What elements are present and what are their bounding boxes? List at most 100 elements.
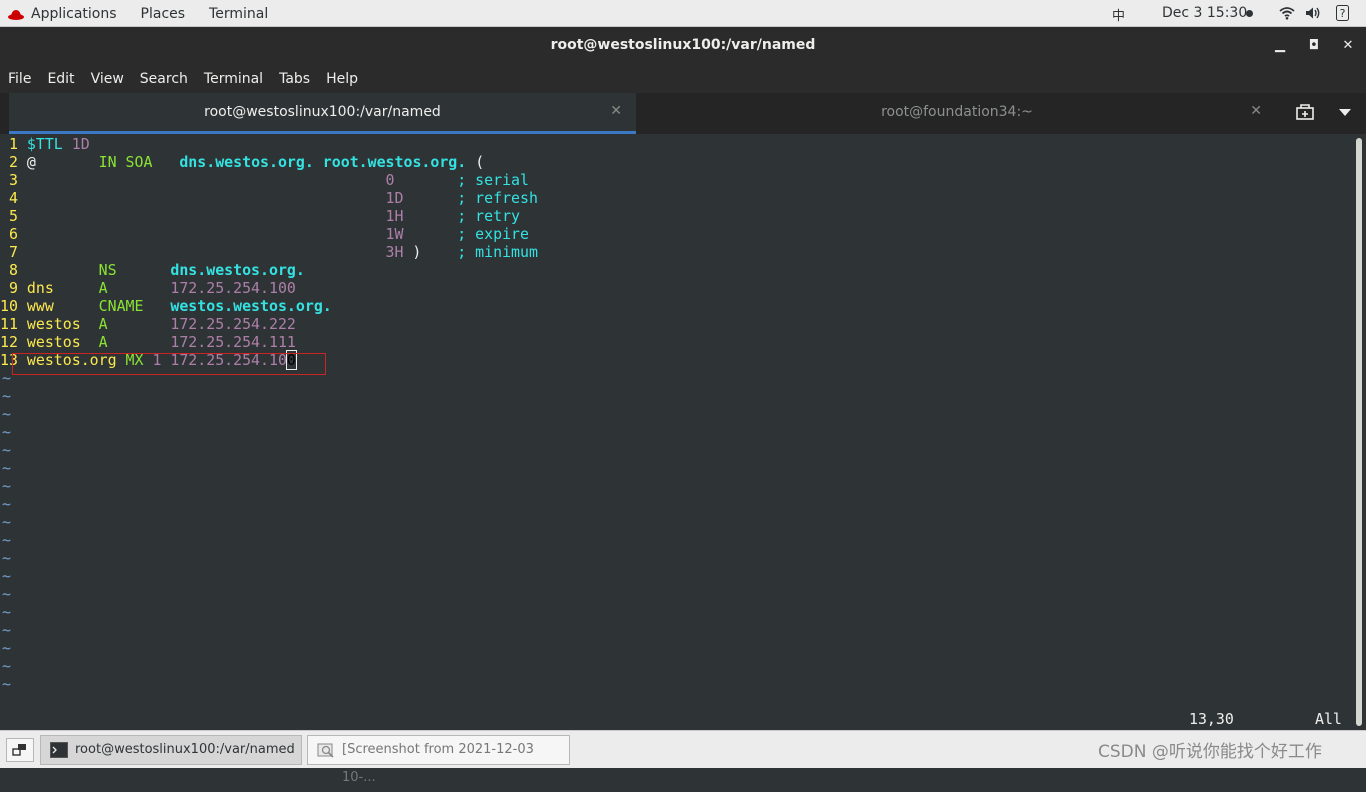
line-token: A xyxy=(98,315,108,333)
terminal-scrollbar[interactable] xyxy=(1352,134,1366,730)
line-token: 1H xyxy=(385,207,404,225)
redhat-icon xyxy=(8,9,24,20)
line-token xyxy=(403,189,457,207)
line-token xyxy=(152,153,179,171)
top-panel-left: Applications Places Terminal xyxy=(8,0,292,27)
window-titlebar[interactable]: root@westoslinux100:/var/named ▁ ◘ ✕ xyxy=(0,27,1366,64)
empty-line-marker: ~ xyxy=(2,621,11,639)
empty-line-marker: ~ xyxy=(2,459,11,477)
menu-file[interactable]: File xyxy=(8,71,31,87)
places-label: Places xyxy=(140,5,186,22)
menu-search[interactable]: Search xyxy=(140,71,188,87)
line-number: 12 xyxy=(0,333,27,351)
editor-line: 1 $TTL 1D xyxy=(0,135,90,153)
line-token xyxy=(108,279,171,297)
line-token: dns.westos.org. xyxy=(179,153,314,171)
window-title: root@westoslinux100:/var/named xyxy=(550,37,816,53)
applications-menu[interactable]: Applications xyxy=(8,6,117,22)
menu-terminal[interactable]: Terminal xyxy=(204,71,263,87)
wifi-icon[interactable] xyxy=(1279,6,1295,20)
tab-close-icon[interactable]: ✕ xyxy=(610,103,622,119)
empty-line-marker: ~ xyxy=(2,387,11,405)
tab-menu-icon[interactable] xyxy=(1339,109,1351,116)
minimize-icon[interactable]: ▁ xyxy=(1271,37,1289,55)
applications-label: Applications xyxy=(31,5,117,22)
highlight-box xyxy=(12,353,326,375)
line-token: CNAME xyxy=(98,297,144,315)
empty-line-marker: ~ xyxy=(2,567,11,585)
terminal-view[interactable]: 1 $TTL 1D 2 @ IN SOA dns.westos.org. roo… xyxy=(0,134,1352,730)
tab-close-icon[interactable]: ✕ xyxy=(1250,103,1262,119)
line-token xyxy=(27,207,386,225)
editor-line: 10 www CNAME westos.westos.org. xyxy=(0,297,332,315)
tab-label: root@westoslinux100:/var/named xyxy=(204,104,441,120)
editor-line: 9 dns A 172.25.254.100 xyxy=(0,279,296,297)
menu-edit[interactable]: Edit xyxy=(47,71,74,87)
line-token xyxy=(403,225,457,243)
menu-help[interactable]: Help xyxy=(326,71,358,87)
line-token: ; minimum xyxy=(457,243,538,261)
line-token xyxy=(143,297,170,315)
line-number: 5 xyxy=(0,207,27,225)
cursor-position: 13,30 xyxy=(1189,710,1234,728)
scroll-indicator: All xyxy=(1315,710,1342,728)
line-token xyxy=(27,225,386,243)
task-terminal-window[interactable]: root@westoslinux100:/var/named xyxy=(40,735,302,765)
menu-view[interactable]: View xyxy=(91,71,124,87)
line-token xyxy=(54,297,99,315)
maximize-icon[interactable]: ◘ xyxy=(1305,37,1323,55)
line-token: NS xyxy=(98,261,117,279)
clock[interactable]: Dec 3 15:30 xyxy=(1162,5,1247,21)
task-label: [Screenshot from 2021-12-03 10-... xyxy=(342,742,534,785)
task-screenshot-window[interactable]: [Screenshot from 2021-12-03 10-... xyxy=(307,735,570,785)
empty-line-marker: ~ xyxy=(2,657,11,675)
close-window-icon[interactable]: ✕ xyxy=(1339,37,1357,55)
tab-bar: root@westoslinux100:/var/named ✕ root@fo… xyxy=(0,93,1366,134)
show-desktop-icon[interactable] xyxy=(6,738,34,762)
editor-line: 3 0 ; serial xyxy=(0,171,529,189)
line-token: A xyxy=(98,279,108,297)
line-token: IN SOA xyxy=(98,153,153,171)
tab-foundation34[interactable]: root@foundation34:~ ✕ xyxy=(638,93,1276,134)
line-number: 10 xyxy=(0,297,27,315)
notification-dot-icon xyxy=(1246,10,1253,17)
help-icon[interactable]: ? xyxy=(1336,5,1349,21)
line-token: ; serial xyxy=(457,171,529,189)
editor-line: 8 NS dns.westos.org. xyxy=(0,261,305,279)
line-token xyxy=(63,135,72,153)
editor-line: 12 westos A 172.25.254.111 xyxy=(0,333,296,351)
line-token xyxy=(394,171,457,189)
empty-line-marker: ~ xyxy=(2,549,11,567)
line-number: 9 xyxy=(0,279,27,297)
line-token xyxy=(117,261,171,279)
terminal-icon xyxy=(50,742,68,758)
empty-line-marker: ~ xyxy=(2,675,11,693)
tab-label: root@foundation34:~ xyxy=(881,104,1033,120)
line-token: ; refresh xyxy=(457,189,538,207)
watermark: CSDN @听说你能找个好工作 xyxy=(1098,742,1322,762)
line-token xyxy=(27,189,386,207)
line-token xyxy=(314,153,323,171)
line-token xyxy=(27,171,386,189)
line-number: 6 xyxy=(0,225,27,243)
empty-line-marker: ~ xyxy=(2,639,11,657)
line-token: @ xyxy=(26,153,99,171)
line-token: www xyxy=(26,297,54,315)
empty-line-marker: ~ xyxy=(2,603,11,621)
places-menu[interactable]: Places xyxy=(141,6,186,22)
line-token xyxy=(81,333,99,351)
volume-icon[interactable] xyxy=(1305,6,1323,20)
line-token: $TTL xyxy=(26,135,63,153)
line-token: 1W xyxy=(385,225,404,243)
menubar: File Edit View Search Terminal Tabs Help xyxy=(0,64,1366,93)
input-method-indicator[interactable]: 中 xyxy=(1112,5,1125,24)
svg-text:?: ? xyxy=(1340,7,1346,20)
tab-westoslinux100[interactable]: root@westoslinux100:/var/named ✕ xyxy=(9,93,636,134)
terminal-app-menu[interactable]: Terminal xyxy=(209,6,268,22)
line-token: root.westos.org. xyxy=(322,153,467,171)
menu-tabs[interactable]: Tabs xyxy=(279,71,310,87)
scrollbar-thumb[interactable] xyxy=(1356,138,1362,726)
editor-line: 5 1H ; retry xyxy=(0,207,520,225)
empty-line-marker: ~ xyxy=(2,441,11,459)
new-tab-icon[interactable] xyxy=(1296,104,1314,120)
